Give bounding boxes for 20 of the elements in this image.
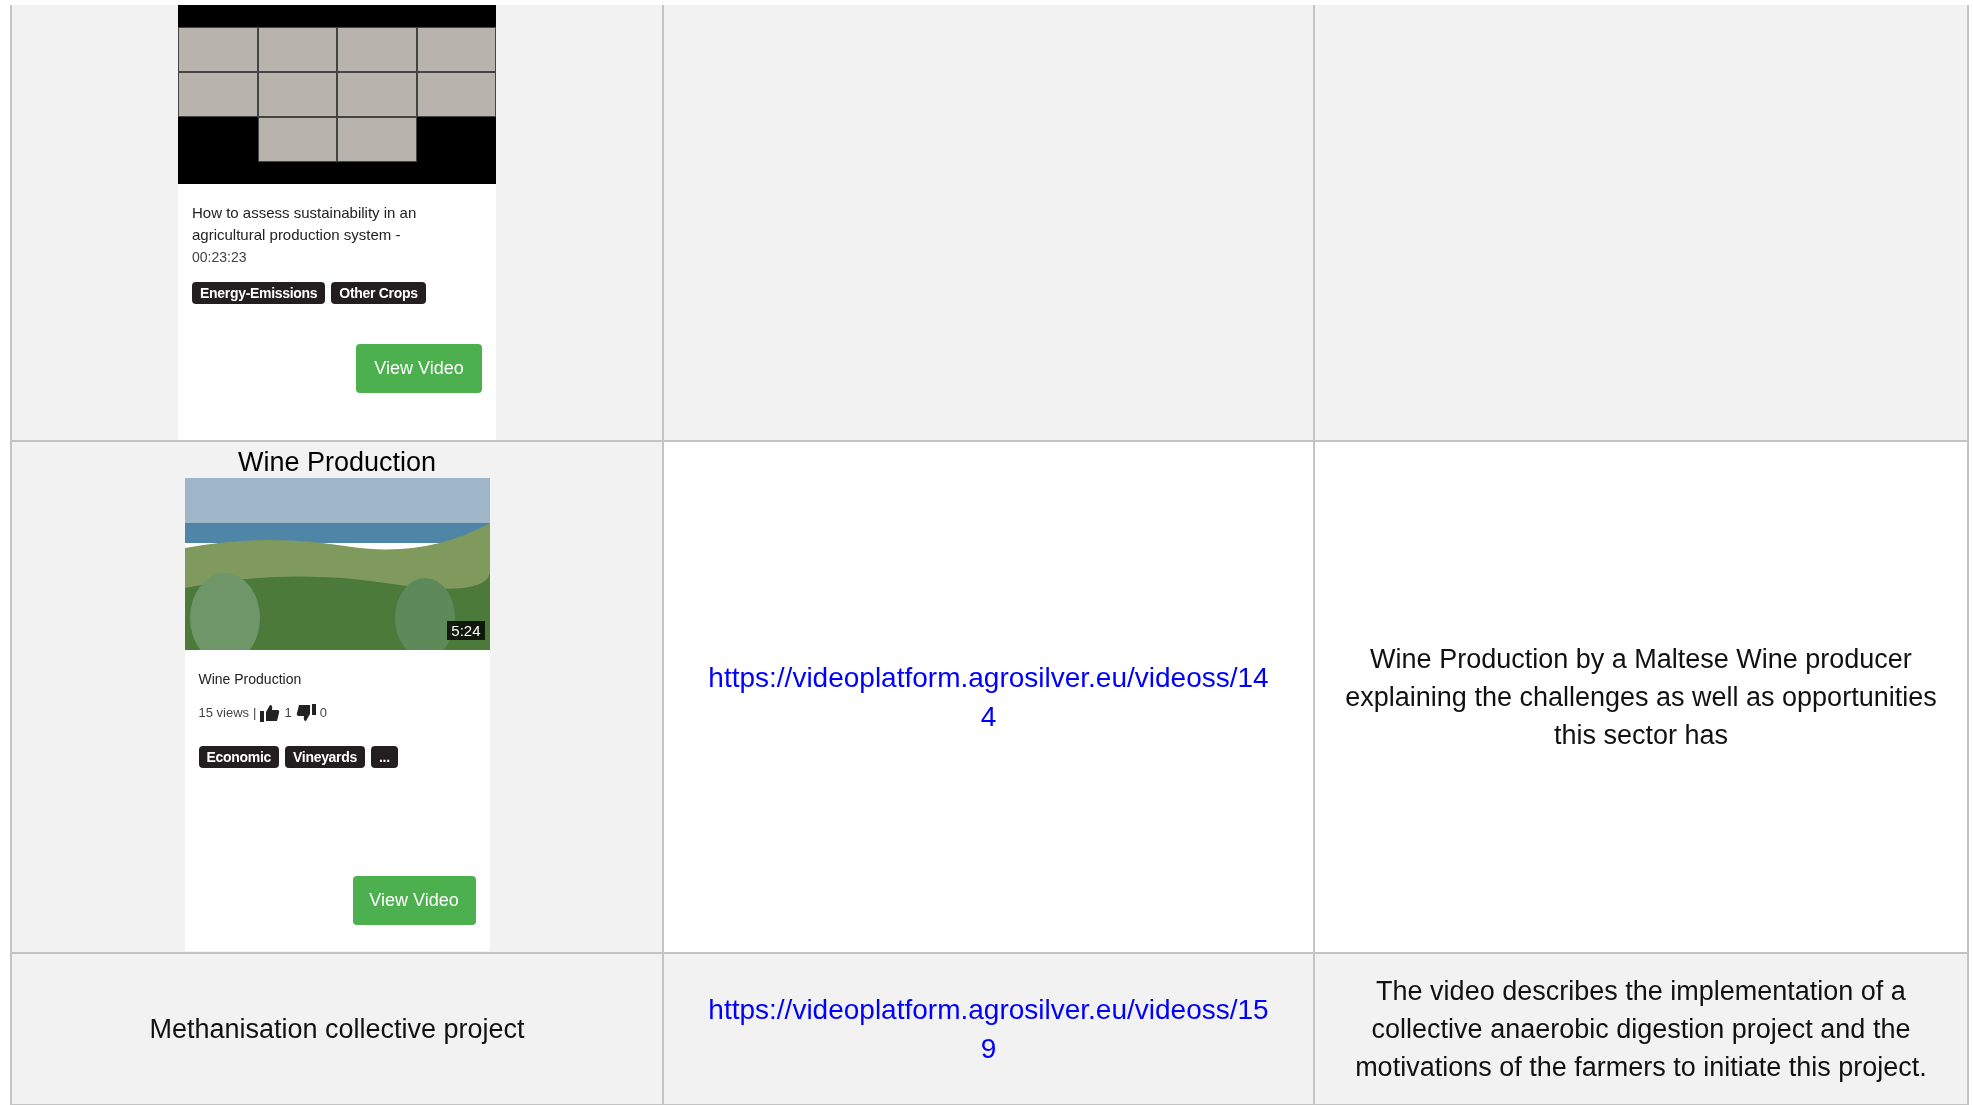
- like-count: 1: [284, 705, 292, 720]
- video-length: 00:23:23: [192, 248, 248, 267]
- tag[interactable]: ...: [371, 745, 398, 768]
- cell-text: The video describes the implementation of a collective anaerobic digestion project and the motivations of the farmers to initiate this project.: [1354, 975, 1928, 1084]
- tag[interactable]: Energy-Emissions: [192, 282, 326, 304]
- video-heading: Wine Production: [237, 445, 437, 478]
- separator: |: [253, 705, 257, 720]
- video-link[interactable]: https://videoplatform.agrosilver.eu/videoss/159: [708, 990, 1269, 1068]
- view-count: 15 views: [198, 705, 250, 720]
- tag[interactable]: Other Crops: [331, 282, 426, 304]
- tag[interactable]: Economic: [198, 745, 279, 768]
- video-title: How to assess sustainability in an agricultural production system -: [192, 203, 418, 245]
- video-title: Wine Production: [198, 669, 303, 689]
- cell-text: Methanisation collective project: [148, 1013, 526, 1046]
- thumbs-up-icon[interactable]: [260, 703, 281, 722]
- video-link[interactable]: https://videoplatform.agrosilver.eu/videoss/144: [708, 658, 1269, 736]
- tag[interactable]: Vineyards: [285, 745, 365, 768]
- thumbs-down-icon[interactable]: [295, 703, 316, 722]
- dislike-count: 0: [319, 705, 327, 720]
- cell-text: Wine Production by a Maltese Wine producer explaining the challenges as well as opportunities this sector has: [1344, 643, 1938, 752]
